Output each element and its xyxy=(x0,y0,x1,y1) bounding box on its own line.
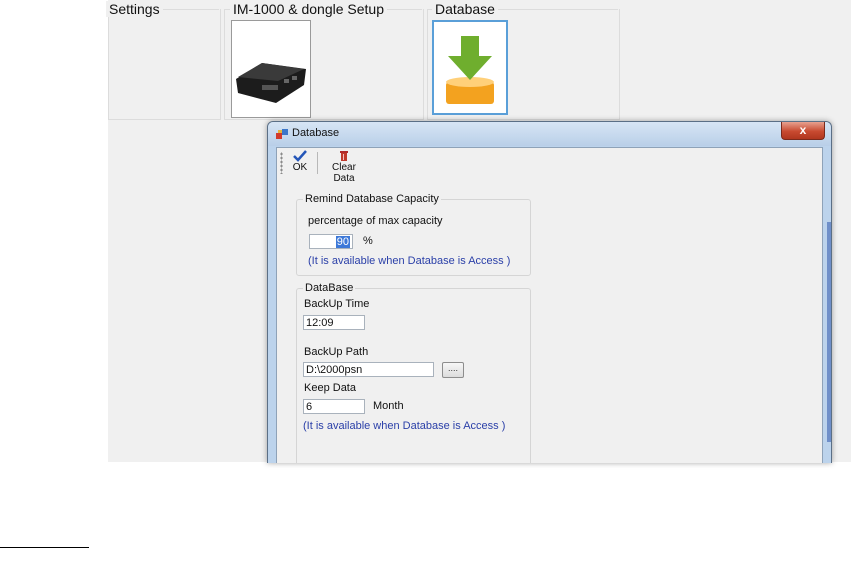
database-settings-note: (It is available when Database is Access… xyxy=(303,420,506,432)
settings-group xyxy=(108,9,221,120)
percent-sign: % xyxy=(363,235,373,247)
dialog-titlebar: Database x xyxy=(268,122,831,146)
toolbar-grip[interactable] xyxy=(280,152,283,174)
dialog-title: Database xyxy=(292,127,340,139)
window-icon xyxy=(276,129,288,139)
percentage-input[interactable]: 90 xyxy=(309,234,353,249)
percentage-label: percentage of max capacity xyxy=(308,215,443,227)
dongle-group-title: IM-1000 & dongle Setup xyxy=(230,1,387,17)
remind-capacity-note: (It is available when Database is Access… xyxy=(308,255,511,267)
percentage-value: 90 xyxy=(335,236,350,248)
browse-path-button[interactable]: .... xyxy=(442,362,464,378)
keep-data-label: Keep Data xyxy=(304,382,356,394)
remind-capacity-group: Remind Database Capacity percentage of m… xyxy=(296,193,531,276)
dongle-device-icon xyxy=(236,63,306,103)
backup-path-input[interactable]: D:\2000psn xyxy=(303,362,434,377)
remind-capacity-legend: Remind Database Capacity xyxy=(303,193,441,205)
download-database-icon xyxy=(446,36,494,104)
month-label: Month xyxy=(373,400,404,412)
dialog-client-area: OK Clear Data Remind Database Capacity p… xyxy=(276,147,823,463)
backup-time-input[interactable]: 12:09 xyxy=(303,315,365,330)
database-dialog: Database x OK Clear Data Remind Database… xyxy=(267,121,832,463)
toolbar: OK Clear Data xyxy=(277,148,822,184)
database-group-title: Database xyxy=(432,1,498,17)
database-settings-legend: DataBase xyxy=(303,282,356,294)
clear-data-button[interactable]: Clear Data xyxy=(321,150,367,184)
checkmark-icon xyxy=(293,150,307,162)
backup-path-label: BackUp Path xyxy=(304,346,369,358)
clear-data-label: Clear Data xyxy=(332,162,356,184)
database-settings-group: DataBase BackUp Time 12:09 BackUp Path D… xyxy=(296,282,531,463)
settings-group-title: Settings xyxy=(106,1,163,17)
footnote-rule xyxy=(0,547,89,548)
dongle-setup-button[interactable] xyxy=(231,20,311,118)
window-right-edge xyxy=(827,222,831,442)
toolbar-separator xyxy=(317,152,318,174)
keep-data-input[interactable]: 6 xyxy=(303,399,365,414)
trash-icon xyxy=(340,151,348,161)
ok-button[interactable]: OK xyxy=(289,150,311,173)
database-button[interactable] xyxy=(432,20,508,115)
backup-time-label: BackUp Time xyxy=(304,298,370,310)
ok-label: OK xyxy=(292,162,308,173)
close-button[interactable]: x xyxy=(781,122,825,140)
